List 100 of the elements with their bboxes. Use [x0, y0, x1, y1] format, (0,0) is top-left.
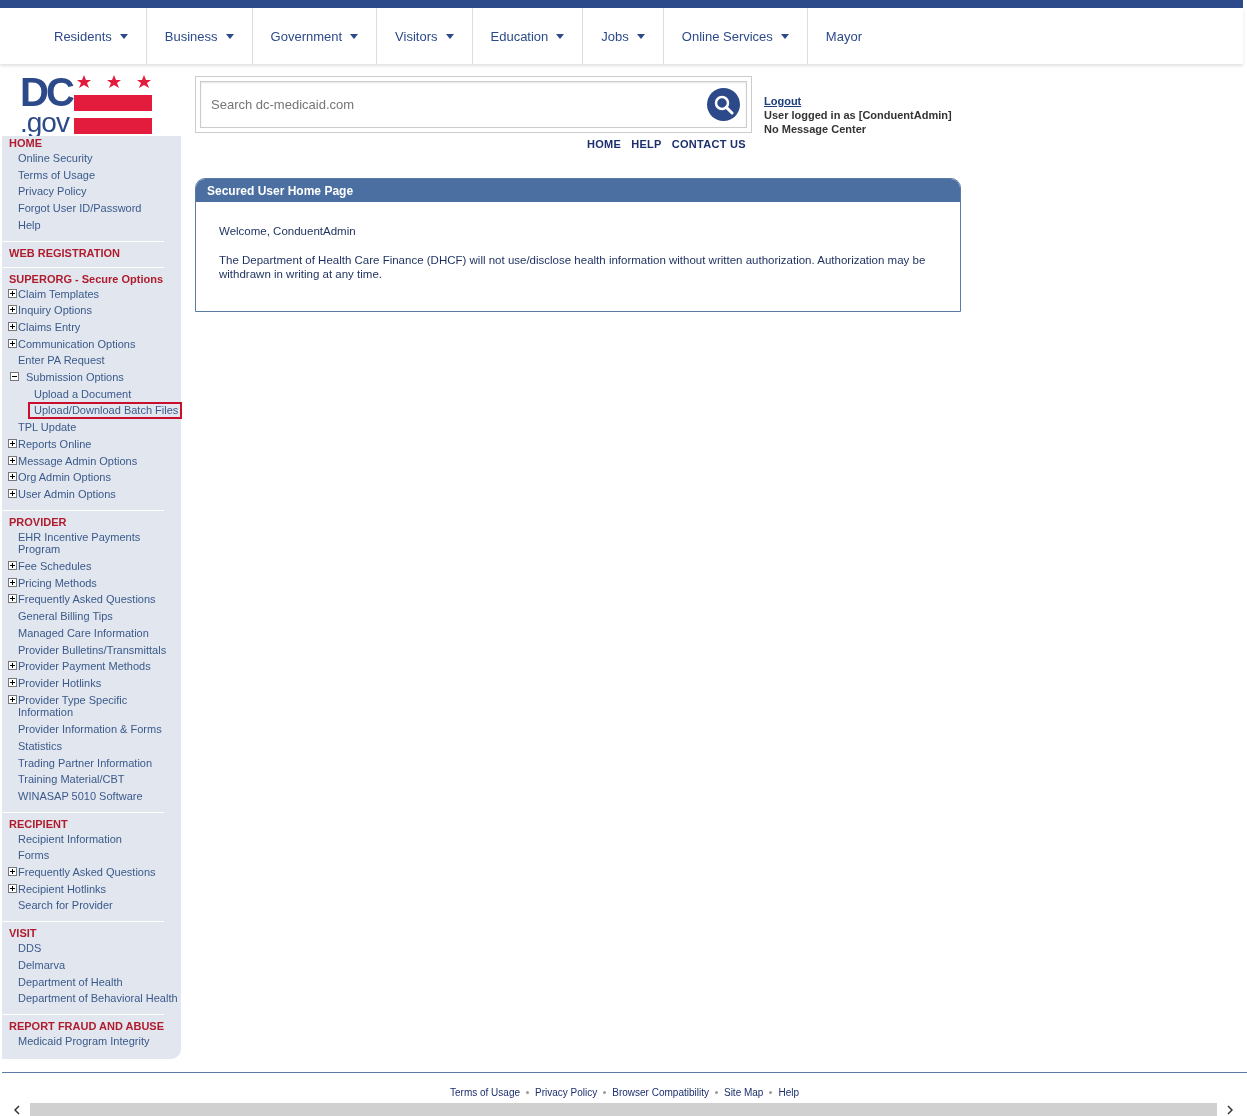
sidebar-item[interactable]: WINASAP 5010 Software — [2, 787, 145, 805]
sidebar-item[interactable]: Trading Partner Information — [2, 754, 155, 772]
sidebar-item[interactable]: Medicaid Program Integrity — [2, 1032, 152, 1050]
sidebar-item[interactable]: General Billing Tips — [2, 608, 115, 625]
expand-icon[interactable] — [8, 321, 17, 331]
footer-link[interactable]: Privacy Policy — [535, 1087, 598, 1098]
sidebar-item[interactable]: Claims Entry — [2, 318, 83, 336]
sidebar-item[interactable]: Frequently Asked Questions — [2, 864, 158, 881]
sidebar-item[interactable]: DDS — [2, 940, 44, 957]
sidebar-item[interactable]: Forgot User ID/Password — [2, 200, 144, 217]
sidebar-item[interactable]: Provider Bulletins/Transmittals — [2, 641, 169, 659]
sidebar-item[interactable]: Training Material/CBT — [2, 771, 127, 788]
nav-item[interactable]: Visitors — [377, 8, 473, 64]
logout-link[interactable]: Logout — [764, 94, 802, 108]
footer-link[interactable]: Help — [778, 1087, 799, 1098]
footer-link[interactable]: Browser Compatibility — [612, 1087, 709, 1098]
flag-icon — [73, 74, 152, 136]
footer-link[interactable]: Terms of Usage — [450, 1087, 520, 1098]
expand-icon[interactable] — [8, 455, 17, 465]
expand-icon[interactable] — [8, 867, 17, 876]
separator-dot — [714, 1091, 718, 1094]
sidebar-item[interactable]: Fee Schedules — [2, 558, 94, 575]
sidebar-item[interactable]: Upload/Download Batch Files — [28, 402, 183, 420]
separator-dot — [769, 1091, 773, 1094]
separator-dot — [526, 1091, 529, 1094]
header-link[interactable]: HELP — [631, 138, 662, 150]
sidebar-item[interactable]: User Admin Options — [2, 485, 118, 503]
sidebar-item[interactable]: Pricing Methods — [2, 574, 99, 592]
sidebar-item[interactable]: Org Admin Options — [2, 469, 113, 486]
sidebar-heading[interactable]: REPORT FRAUD AND ABUSE — [2, 1018, 181, 1033]
nav-item[interactable]: Mayor — [807, 8, 880, 64]
sidebar-item[interactable]: Frequently Asked Questions — [2, 591, 158, 609]
sidebar-item[interactable]: Claim Templates — [2, 285, 102, 303]
sidebar-item[interactable]: Upload a Document — [2, 385, 134, 403]
sidebar-item[interactable]: Privacy Policy — [2, 183, 89, 201]
welcome-text: Welcome, ConduentAdmin — [219, 224, 357, 238]
sidebar-item[interactable]: EHR Incentive Payments Program — [2, 528, 180, 559]
expand-icon[interactable] — [8, 305, 17, 315]
expand-icon[interactable] — [8, 883, 17, 893]
sidebar-heading[interactable]: SUPERORG - Secure Options — [2, 271, 181, 286]
scroll-right-icon[interactable] — [1227, 1104, 1233, 1115]
expand-icon[interactable] — [8, 488, 17, 498]
nav-item[interactable]: Online Services — [663, 8, 808, 64]
scroll-left-icon[interactable] — [14, 1104, 20, 1115]
sidebar-item[interactable]: Online Security — [2, 150, 95, 167]
search-icon — [713, 94, 734, 115]
sidebar-heading[interactable]: WEB REGISTRATION — [2, 245, 181, 260]
sidebar-item[interactable]: Provider Hotlinks — [2, 675, 104, 692]
sidebar-item[interactable]: Statistics — [2, 737, 64, 755]
expand-icon[interactable] — [8, 438, 17, 448]
expand-icon[interactable] — [8, 577, 17, 587]
expand-icon[interactable] — [8, 594, 17, 604]
nav-item[interactable]: Residents — [36, 8, 147, 64]
sidebar-item[interactable]: Help — [2, 216, 43, 234]
header-link[interactable]: CONTACT US — [671, 138, 746, 150]
logo-text: DC — [20, 74, 72, 111]
message-status: No Message Center — [764, 122, 868, 136]
panel-title: Secured User Home Page — [196, 179, 960, 202]
sidebar-item[interactable]: Provider Payment Methods — [2, 658, 153, 675]
sidebar-item[interactable]: Submission Options — [2, 369, 126, 386]
sidebar-item[interactable]: Provider Information & Forms — [2, 721, 164, 738]
sidebar-item[interactable]: Department of Behavioral Health — [2, 990, 180, 1007]
nav-item[interactable]: Jobs — [583, 8, 664, 64]
sidebar-item[interactable]: Provider Type Specific Information — [2, 691, 180, 722]
footer-link[interactable]: Site Map — [723, 1087, 764, 1098]
sidebar-item[interactable]: Communication Options — [2, 335, 138, 353]
expand-icon[interactable] — [8, 678, 17, 687]
expand-icon[interactable] — [8, 694, 17, 704]
header-link[interactable]: HOME — [586, 138, 622, 150]
nav-item[interactable]: Education — [472, 8, 584, 64]
sidebar-item[interactable]: Reports Online — [2, 435, 94, 453]
sidebar-item[interactable]: Recipient Hotlinks — [2, 880, 109, 898]
search-box[interactable]: Search dc-medicaid.com — [200, 81, 747, 128]
expand-icon[interactable] — [8, 288, 17, 298]
sidebar-item[interactable]: Terms of Usage — [2, 166, 98, 184]
notice-text: The Department of Health Care Finance (DHCF) will not use/disclose health information without written authorization. Authorization may be withdrawn in writing at any time. — [219, 253, 927, 281]
sidebar-item[interactable]: Delmarva — [2, 956, 68, 974]
user-status: User logged in as [ConduentAdmin] — [764, 108, 952, 122]
expand-icon[interactable] — [8, 472, 17, 482]
separator-dot — [603, 1091, 607, 1094]
sidebar-item[interactable]: Forms — [2, 847, 52, 864]
sidebar-item[interactable]: Managed Care Information — [2, 624, 151, 642]
sidebar-item[interactable]: Search for Provider — [2, 897, 115, 915]
sidebar-item[interactable]: Inquiry Options — [2, 302, 94, 319]
sidebar-heading[interactable]: HOME — [2, 136, 181, 150]
sidebar-heading[interactable]: VISIT — [2, 926, 181, 941]
collapse-icon[interactable] — [10, 372, 19, 382]
nav-item[interactable]: Government — [252, 8, 378, 64]
sidebar-item[interactable]: Recipient Information — [2, 830, 124, 848]
sidebar-heading[interactable]: PROVIDER — [2, 514, 181, 529]
nav-item[interactable]: Business — [146, 8, 253, 64]
expand-icon[interactable] — [8, 561, 17, 571]
expand-icon[interactable] — [8, 661, 17, 671]
sidebar-item[interactable]: TPL Update — [2, 419, 79, 436]
sidebar-heading[interactable]: RECIPIENT — [2, 816, 181, 831]
sidebar-item[interactable]: Message Admin Options — [2, 452, 140, 470]
sidebar-item[interactable]: Department of Health — [2, 973, 125, 991]
expand-icon[interactable] — [8, 338, 17, 348]
sidebar-item[interactable]: Enter PA Request — [2, 352, 107, 370]
search-button[interactable] — [707, 88, 740, 121]
